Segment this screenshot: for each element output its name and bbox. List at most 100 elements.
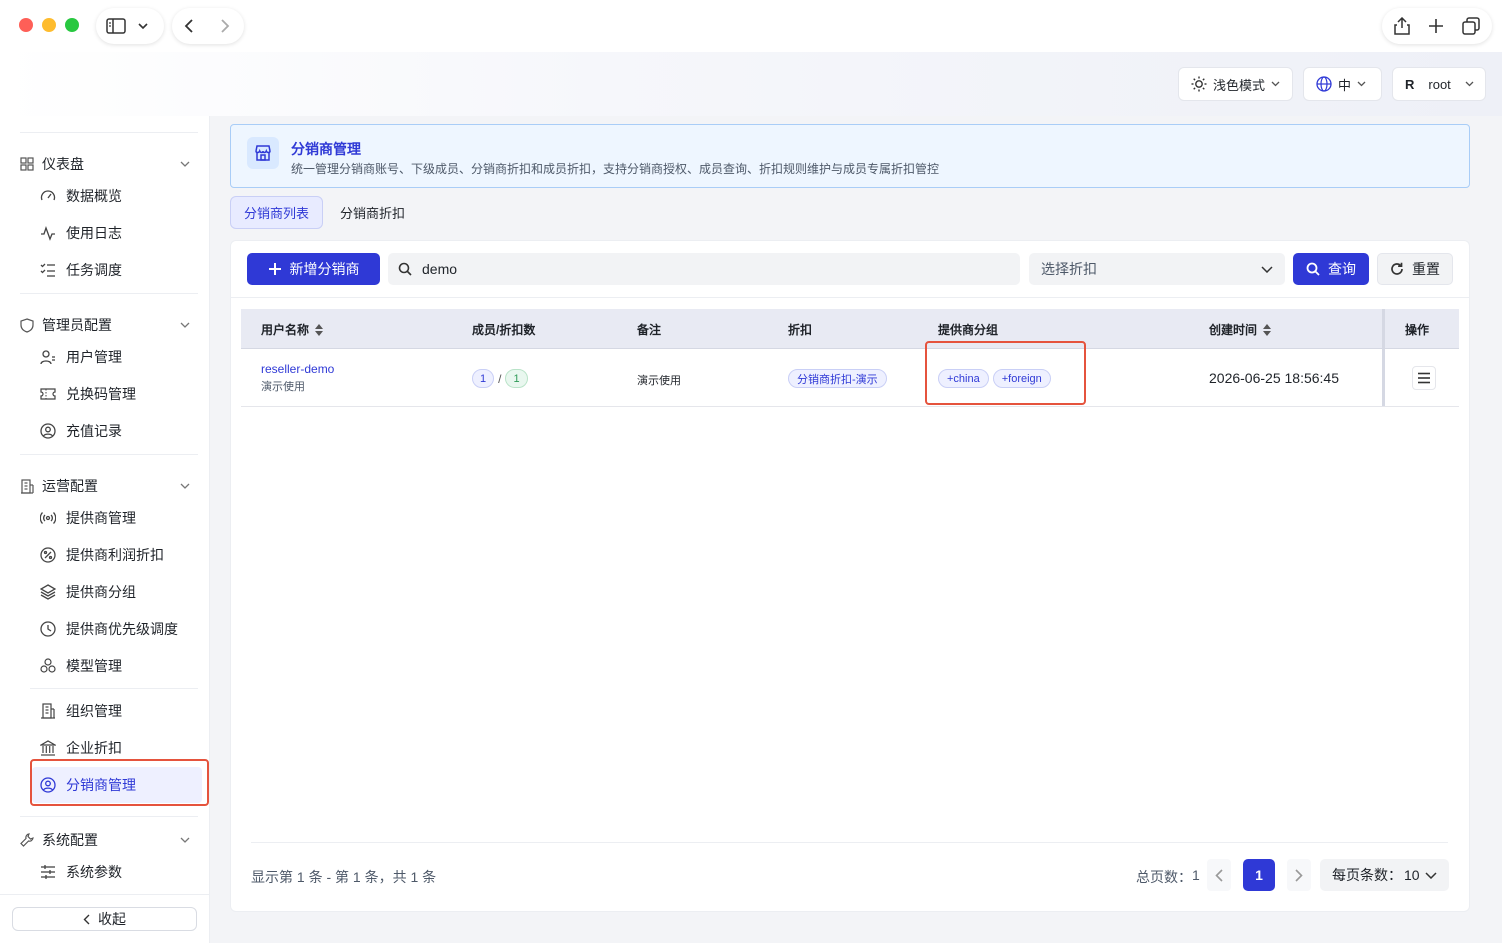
column-header-label: 用户名称 [261,323,310,337]
back-icon[interactable] [184,18,194,34]
sidebar-item-organizations[interactable]: 组织管理 [40,701,122,721]
column-header-label: 操作 [1405,323,1430,337]
chevron-down-icon [1465,81,1474,87]
cubes-icon [40,658,56,674]
sidebar-item-providers[interactable]: 提供商管理 [40,508,136,528]
column-header-remark: 备注 [637,321,661,338]
query-button[interactable]: 查询 [1293,253,1369,285]
total-pages-label: 总页数： [1136,869,1192,885]
theme-label: 浅色模式 [1213,77,1266,93]
sidebar-item-label: 任务调度 [66,262,122,278]
page-size-select[interactable]: 每页条数： 10 [1320,859,1449,891]
sort-icon[interactable] [315,323,324,336]
tab-reseller-discount[interactable]: 分销商折扣 [340,196,405,229]
sidebar-item-redeem-codes[interactable]: 兑换码管理 [40,384,136,404]
sidebar-item-recharge-records[interactable]: 充值记录 [40,421,122,441]
chevron-left-icon [1215,868,1223,882]
chevron-down-icon [1261,265,1273,273]
sidebar-group-system[interactable]: 系统配置 [20,830,190,850]
chevron-down-icon [180,322,190,328]
ticket-icon [40,386,56,402]
column-header-username[interactable]: 用户名称 [261,321,324,338]
user-menu[interactable]: R root [1392,67,1486,101]
plus-icon [268,262,282,276]
column-header-created-time[interactable]: 创建时间 [1209,321,1272,338]
sidebar-item-overview[interactable]: 数据概览 [40,186,122,206]
page-size-label: 每页条数： [1332,867,1402,883]
user-circle-icon [40,423,56,439]
sidebar-item-usage-logs[interactable]: 使用日志 [40,223,122,243]
total-pages-value: 1 [1192,867,1200,883]
sidebar-item-label: 提供商管理 [66,510,136,526]
theme-toggle[interactable]: 浅色模式 [1178,67,1293,101]
page-description: 统一管理分销商账号、下级成员、分销商折扣和成员折扣，支持分销商授权、成员查询、折… [291,162,940,176]
reseller-name-link[interactable]: reseller-demo [261,362,334,376]
wrench-icon [20,833,34,847]
sidebar-group-operations[interactable]: 运营配置 [20,476,190,496]
discount-select[interactable]: 选择折扣 [1029,253,1285,285]
sidebar-item-models[interactable]: 模型管理 [40,656,122,676]
sidebar-item-provider-groups[interactable]: 提供商分组 [40,582,136,602]
count-separator: / [498,371,502,386]
column-header-label: 备注 [637,323,662,337]
sidebar-toggle-button[interactable] [96,8,164,44]
sidebar-item-task-schedule[interactable]: 任务调度 [40,260,122,280]
sidebar-group-dashboard[interactable]: 仪表盘 [20,154,190,174]
store-icon [247,137,279,169]
sidebar-item-label: 模型管理 [66,658,122,674]
total-pages: 总页数： 1 [1136,867,1200,887]
window-titlebar [0,0,1502,52]
sidebar-item-label: 提供商利润折扣 [66,547,164,563]
collapse-sidebar-button[interactable]: 收起 [12,907,197,931]
reset-button[interactable]: 重置 [1377,253,1453,285]
sidebar-item-enterprise-discount[interactable]: 企业折扣 [40,738,122,758]
chevron-down-icon [1425,871,1437,879]
tabs-overview-icon[interactable] [1462,17,1480,35]
row-actions-menu-button[interactable] [1412,366,1436,390]
divider [0,894,210,895]
new-tab-icon[interactable] [1428,18,1444,34]
page-banner: 分销商管理 统一管理分销商账号、下级成员、分销商折扣和成员折扣，支持分销商授权、… [230,124,1470,188]
close-window-button[interactable] [19,18,33,32]
prev-page-button[interactable] [1207,859,1231,891]
maximize-window-button[interactable] [65,18,79,32]
users-icon [40,349,56,365]
building-icon [40,703,56,719]
sort-icon[interactable] [1263,323,1272,336]
sidebar-item-provider-priority[interactable]: 提供商优先级调度 [40,619,178,639]
sidebar-item-users[interactable]: 用户管理 [40,347,122,367]
member-discount-count: 1 / 1 [472,369,528,388]
chevron-down-icon [180,161,190,167]
search-input[interactable]: demo [388,253,1020,285]
share-icon[interactable] [1394,17,1410,35]
chevron-down-icon [1357,81,1366,87]
discount-cell: 分销商折扣-演示 [788,369,887,388]
sidebar-group-label: 系统配置 [42,832,98,848]
sidebar-item-label: 用户管理 [66,349,122,365]
add-reseller-button[interactable]: 新增分销商 [247,253,380,285]
sidebar-group-label: 仪表盘 [42,156,84,172]
search-icon [398,262,412,276]
sidebar-item-system-params[interactable]: 系统参数 [40,862,122,882]
sidebar-group-admin[interactable]: 管理员配置 [20,315,190,335]
page-size-value: 10 [1404,867,1420,883]
window-controls [19,18,79,32]
refresh-icon [1390,262,1404,276]
column-header-provider-groups: 提供商分组 [938,321,998,338]
sidebar-item-label: 兑换码管理 [66,386,136,402]
sidebar-item-provider-profit-discount[interactable]: 提供商利润折扣 [40,545,164,565]
highlight-box [30,759,209,806]
chevron-down-icon [180,483,190,489]
page-button-current[interactable]: 1 [1243,859,1275,891]
forward-icon[interactable] [220,18,230,34]
minimize-window-button[interactable] [42,18,56,32]
sidebar-group-label: 运营配置 [42,478,98,494]
query-label: 查询 [1328,261,1356,277]
search-icon [1306,262,1320,276]
globe-icon [1316,76,1332,92]
discount-count-badge: 1 [505,369,528,388]
tab-reseller-list[interactable]: 分销商列表 [230,196,323,229]
next-page-button[interactable] [1287,859,1311,891]
language-select[interactable]: 中 [1303,67,1382,101]
sidebar-item-label: 充值记录 [66,423,122,439]
